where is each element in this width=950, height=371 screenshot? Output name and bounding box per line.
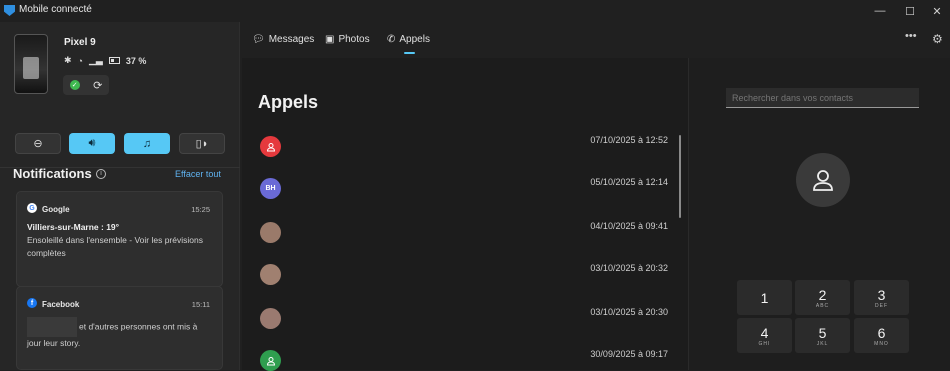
notifications-title: Notifications bbox=[13, 166, 92, 181]
dialpad-key-3[interactable]: 3 DEF bbox=[854, 280, 909, 315]
app-title: Mobile connecté bbox=[19, 4, 92, 15]
key-digit: 5 bbox=[818, 324, 827, 341]
person-icon bbox=[266, 356, 275, 365]
signal-icon: ▁▃ bbox=[88, 55, 103, 65]
key-letters: DEF bbox=[875, 302, 888, 309]
dialer-panel: 12ABC3DEF4GHI5JKL6MNO bbox=[688, 58, 950, 370]
call-timestamp: 03/10/2025 à 20:30 bbox=[590, 307, 668, 317]
caller-avatar[interactable] bbox=[260, 136, 281, 157]
google-icon: G bbox=[27, 203, 37, 213]
call-timestamp: 04/10/2025 à 09:41 bbox=[590, 221, 668, 231]
bluetooth-icon: ✱ bbox=[64, 55, 72, 65]
clear-all-link[interactable]: Effacer tout bbox=[175, 169, 221, 179]
app-logo-icon bbox=[4, 5, 15, 16]
dialpad-key-6[interactable]: 6 MNO bbox=[854, 318, 909, 353]
volume-button[interactable]: 🔊︎ bbox=[69, 133, 115, 154]
key-digit: 1 bbox=[760, 289, 769, 306]
page-title: Appels bbox=[258, 92, 319, 112]
notification-source: Facebook bbox=[42, 300, 80, 309]
tab-photos[interactable]: ▣ Photos bbox=[325, 34, 370, 45]
notification-card-google[interactable]: G Google 15:25 Villiers-sur-Marne : 19° … bbox=[16, 191, 223, 287]
sync-status: ✓ ⟳ bbox=[63, 75, 109, 95]
caller-avatar[interactable] bbox=[260, 350, 281, 371]
gear-icon[interactable]: ⚙ bbox=[932, 32, 943, 46]
message-icon: 💬︎ bbox=[252, 34, 265, 45]
minimize-button[interactable]: — bbox=[865, 0, 895, 22]
notification-body: Ensoleillé dans l'ensemble - Voir les pr… bbox=[27, 235, 203, 258]
key-letters: MNO bbox=[874, 340, 889, 347]
caller-avatar[interactable] bbox=[260, 222, 281, 243]
key-digit: 2 bbox=[818, 286, 827, 303]
connected-check-icon: ✓ bbox=[69, 80, 80, 90]
more-options-icon[interactable]: ••• bbox=[905, 30, 917, 42]
key-letters: GHI bbox=[758, 340, 771, 347]
speaker-icon: 🔊︎ bbox=[88, 137, 96, 149]
info-icon[interactable]: i bbox=[96, 169, 106, 179]
dialpad-key-4[interactable]: 4 GHI bbox=[737, 318, 792, 353]
key-letters: ABC bbox=[815, 302, 830, 309]
contact-search-input[interactable] bbox=[726, 88, 919, 108]
close-button[interactable]: ✕ bbox=[922, 0, 950, 22]
key-letters: JKL bbox=[816, 340, 829, 347]
music-button[interactable]: ♫ bbox=[124, 133, 170, 154]
tab-bar: 💬︎ Messages ▣ Photos ✆ Appels bbox=[240, 22, 950, 58]
key-digit: 3 bbox=[877, 286, 886, 303]
device-name: Pixel 9 bbox=[64, 37, 96, 48]
dialpad-key-2[interactable]: 2 ABC bbox=[795, 280, 850, 315]
notification-card-facebook[interactable]: f Facebook 15:11 et d'autres personnes o… bbox=[16, 286, 223, 370]
battery-level: 37 % bbox=[125, 55, 147, 66]
tab-calls[interactable]: ✆ Appels bbox=[387, 34, 430, 45]
notification-body: et d'autres personnes ont mis à jour leu… bbox=[27, 317, 212, 350]
notification-time: 15:25 bbox=[191, 205, 210, 214]
maximize-button[interactable]: ☐ bbox=[895, 0, 925, 22]
facebook-icon: f bbox=[27, 298, 37, 308]
battery-icon bbox=[108, 57, 120, 64]
notification-source: Google bbox=[42, 205, 70, 214]
do-not-disturb-button[interactable]: ⊖ bbox=[15, 133, 61, 154]
caller-avatar[interactable] bbox=[260, 308, 281, 329]
call-timestamp: 05/10/2025 à 12:14 bbox=[590, 177, 668, 187]
wifi-icon: ◔ bbox=[77, 55, 83, 66]
title-bar: Mobile connecté — ☐ ✕ bbox=[0, 0, 950, 22]
audio-device-button[interactable]: ▯◗ bbox=[179, 133, 225, 154]
refresh-icon[interactable]: ⟳ bbox=[93, 79, 102, 92]
dialpad-key-1[interactable]: 1 bbox=[737, 280, 792, 315]
dialpad-key-5[interactable]: 5 JKL bbox=[795, 318, 850, 353]
phone-image bbox=[14, 34, 48, 94]
active-tab-indicator bbox=[404, 52, 415, 54]
sidebar: Pixel 9 ✱ ◔ ▁▃ 37 % ✓ ⟳ ⊖ 🔊︎ ♫ ▯◗ Notifi… bbox=[0, 22, 240, 370]
music-note-icon: ♫ bbox=[142, 137, 152, 150]
tab-messages[interactable]: 💬︎ Messages bbox=[252, 34, 314, 45]
scrollbar[interactable] bbox=[679, 135, 681, 218]
redacted-name bbox=[27, 317, 77, 337]
key-digit: 4 bbox=[760, 324, 769, 341]
photo-icon: ▣ bbox=[325, 34, 335, 45]
minus-circle-icon: ⊖ bbox=[33, 138, 43, 150]
calls-panel: Appels 07/10/2025 à 12:52 BH 05/10/2025 à … bbox=[242, 58, 688, 371]
device-status: ✱ ◔ ▁▃ 37 % bbox=[64, 55, 146, 66]
contact-avatar bbox=[796, 153, 850, 207]
person-icon bbox=[266, 142, 275, 151]
phone-icon: ✆ bbox=[387, 34, 396, 45]
notification-headline: Villiers-sur-Marne : 19° bbox=[27, 222, 120, 232]
call-timestamp: 30/09/2025 à 09:17 bbox=[590, 349, 668, 359]
notification-time: 15:11 bbox=[191, 300, 210, 309]
caller-avatar[interactable] bbox=[260, 264, 281, 285]
call-timestamp: 03/10/2025 à 20:32 bbox=[590, 263, 668, 273]
key-digit: 6 bbox=[877, 324, 886, 341]
person-icon bbox=[813, 170, 833, 191]
caller-avatar[interactable]: BH bbox=[260, 178, 281, 199]
phone-speaker-icon: ▯◗ bbox=[195, 138, 209, 150]
call-timestamp: 07/10/2025 à 12:52 bbox=[590, 135, 668, 145]
